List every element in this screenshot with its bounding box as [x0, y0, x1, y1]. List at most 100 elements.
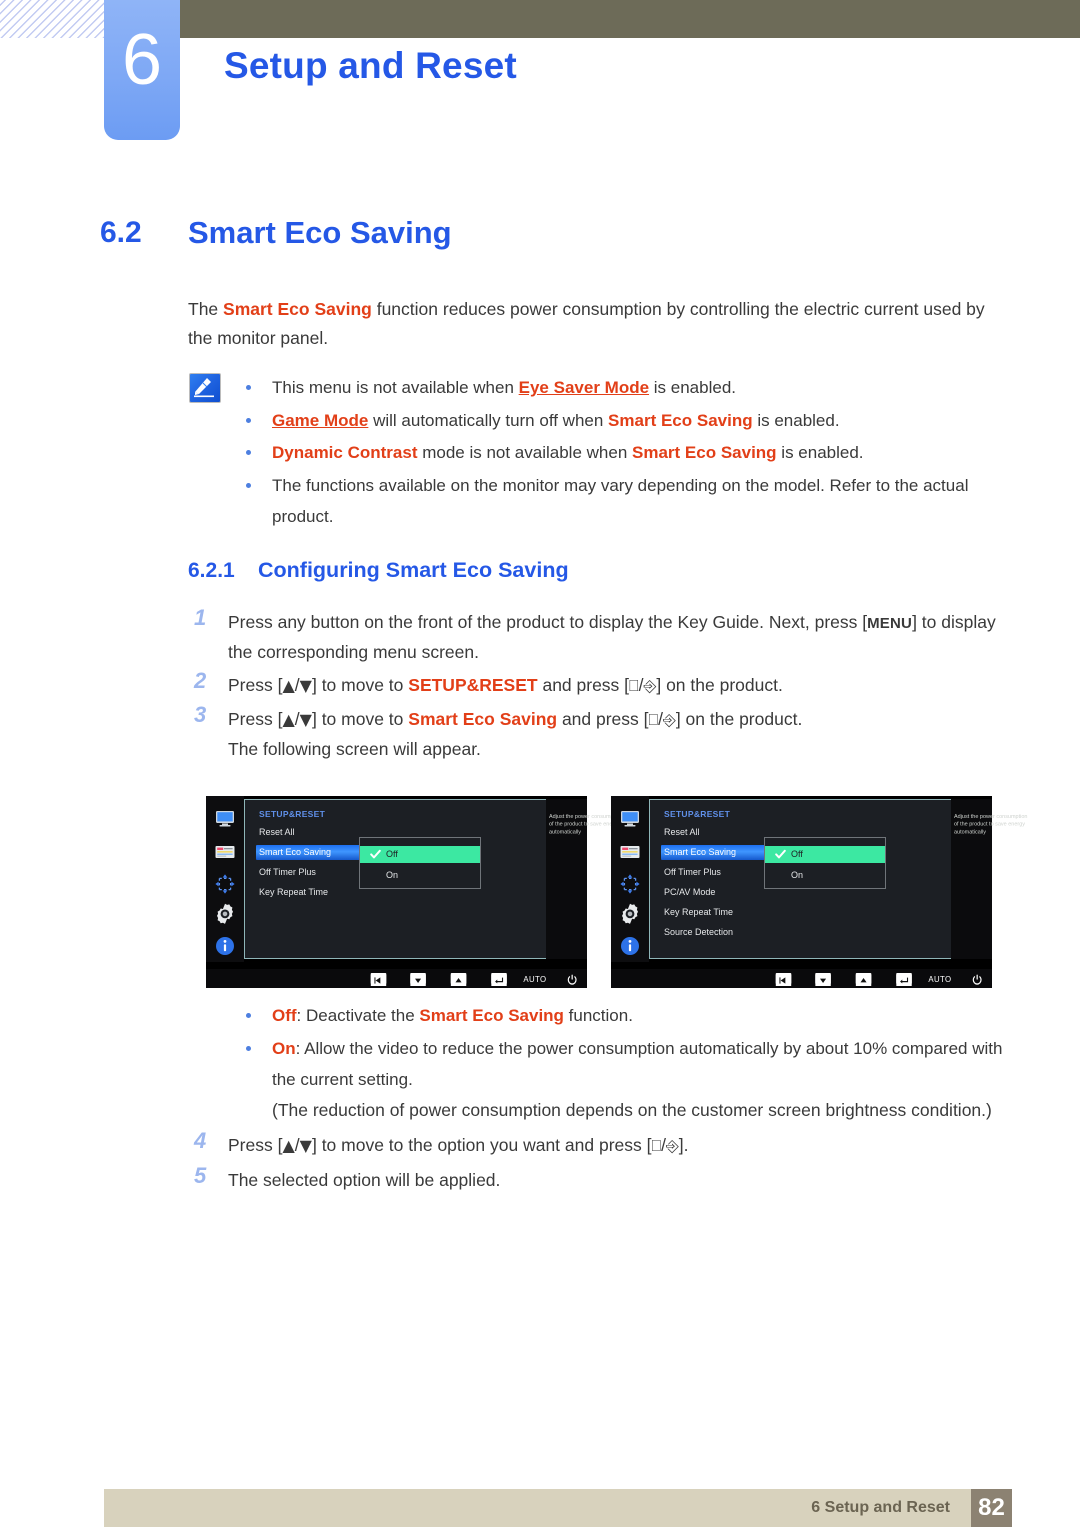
intro-paragraph: The Smart Eco Saving function reduces po… — [188, 295, 1000, 353]
osd-menu-item[interactable]: Key Repeat Time — [664, 905, 733, 920]
reduction-note: (The reduction of power consumption depe… — [272, 1100, 992, 1120]
picture-settings-icon[interactable] — [618, 840, 642, 864]
subsection-title: Configuring Smart Eco Saving — [258, 558, 569, 582]
screen-adjust-icon[interactable] — [618, 872, 642, 896]
section-title: Smart Eco Saving — [188, 215, 452, 250]
osd-screenshot-right: SETUP&RESET Reset All Smart Eco Saving Off … — [611, 796, 1027, 988]
note-bullet-list: This menu is not available when Eye Save… — [240, 372, 1000, 534]
keyword: Smart Eco Saving — [608, 410, 753, 430]
osd-menu-item-selected[interactable]: Smart Eco Saving — [256, 845, 369, 860]
osd-menu-title: SETUP&RESET — [259, 809, 326, 819]
osd-description-panel: Adjust the power consumption of the prod… — [951, 799, 1027, 959]
header-olive-bar — [180, 0, 1080, 38]
osd-menu-item-selected[interactable]: Smart Eco Saving — [661, 845, 774, 860]
step-text: The selected option will be applied. — [228, 1170, 501, 1190]
text-run: is enabled. — [776, 443, 864, 462]
text-run: This menu is not available when — [272, 378, 519, 397]
option-bullet-list: Off: Deactivate the Smart Eco Saving fun… — [240, 1000, 1010, 1097]
text-run: function. — [563, 1006, 633, 1025]
intro-text-1: The — [188, 299, 224, 319]
text-run: mode is not available when — [417, 443, 633, 462]
step-number: 3 — [194, 702, 207, 727]
keyword: Dynamic Contrast — [272, 443, 418, 462]
text-run: is enabled. — [752, 410, 840, 430]
step-text: Press any button on the front of the pro… — [228, 612, 996, 662]
osd-menu-item[interactable]: Key Repeat Time — [259, 885, 328, 900]
subsection-number: 6.2.1 — [188, 559, 235, 582]
enter-button[interactable] — [896, 973, 912, 986]
keyword: Off — [272, 1006, 297, 1025]
osd-menu-item[interactable]: Off Timer Plus — [259, 865, 316, 880]
osd-screenshot-left: SETUP&RESET Reset All Smart Eco Saving Off … — [206, 796, 622, 988]
step-text: Press [▲/▼] to move to SETUP&RESET and p… — [228, 675, 783, 695]
osd-button-bar: AUTO — [611, 969, 992, 988]
enter-button[interactable] — [491, 973, 507, 986]
intro-keyword: Smart Eco Saving — [223, 299, 372, 319]
up-arrow-button[interactable] — [855, 973, 872, 986]
keyword: Smart Eco Saving — [632, 443, 777, 462]
osd-auto-label[interactable]: AUTO — [523, 974, 546, 984]
osd-description-text: Adjust the power consumption of the prod… — [954, 813, 1028, 836]
picture-settings-icon[interactable] — [213, 840, 237, 864]
diagonal-hatch-pattern-icon — [0, 0, 104, 38]
osd-menu-item[interactable]: Reset All — [664, 825, 700, 840]
list-item: Dynamic Contrast mode is not available w… — [240, 437, 1000, 469]
screen-adjust-icon[interactable] — [213, 872, 237, 896]
chapter-number-badge: 6 — [104, 0, 180, 140]
step-number: 4 — [194, 1128, 207, 1153]
check-icon — [775, 849, 786, 860]
osd-option-off[interactable]: Off — [360, 846, 480, 863]
down-arrow-button[interactable] — [815, 973, 831, 986]
monitor-icon[interactable] — [618, 806, 642, 830]
osd-button-bar: AUTO — [206, 969, 587, 988]
note-pen-icon — [189, 373, 221, 403]
text-run: The functions available on the monitor m… — [272, 475, 969, 527]
gear-icon[interactable] — [213, 902, 237, 926]
osd-option-popup: Off On — [359, 837, 481, 889]
osd-menu-item[interactable]: PC/AV Mode — [664, 885, 715, 900]
left-arrow-button[interactable] — [370, 973, 387, 986]
down-arrow-button[interactable] — [410, 973, 426, 986]
info-icon[interactable] — [618, 934, 642, 958]
step-number: 1 — [194, 605, 207, 630]
osd-menu-item[interactable]: Off Timer Plus — [664, 865, 721, 880]
monitor-icon[interactable] — [213, 806, 237, 830]
list-item: Game Mode will automatically turn off wh… — [240, 405, 1000, 437]
osd-option-off[interactable]: Off — [765, 846, 885, 863]
power-icon[interactable] — [972, 973, 983, 991]
list-item: On: Allow the video to reduce the power … — [240, 1033, 1010, 1096]
text-run: will automatically turn off when — [368, 410, 609, 430]
osd-description-panel: Adjust the power consumption of the prod… — [546, 799, 622, 959]
osd-icon-rail — [206, 796, 244, 962]
osd-option-popup: Off On — [764, 837, 886, 889]
left-arrow-button[interactable] — [775, 973, 792, 986]
section-number: 6.2 — [100, 216, 142, 249]
osd-option-on[interactable]: On — [360, 867, 480, 884]
list-item: The functions available on the monitor m… — [240, 470, 1000, 533]
osd-menu-title: SETUP&RESET — [664, 809, 731, 819]
text-run: : Allow the video to reduce the power co… — [272, 1038, 1003, 1090]
osd-auto-label[interactable]: AUTO — [928, 974, 951, 984]
up-arrow-button[interactable] — [450, 973, 467, 986]
osd-menu-item[interactable]: Reset All — [259, 825, 295, 840]
step-number: 5 — [194, 1163, 207, 1188]
text-run: is enabled. — [649, 378, 736, 397]
list-item: This menu is not available when Eye Save… — [240, 372, 1000, 404]
footer-label: 6 Setup and Reset — [811, 1499, 950, 1516]
osd-option-on[interactable]: On — [765, 867, 885, 884]
gear-icon[interactable] — [618, 902, 642, 926]
step-number: 2 — [194, 668, 207, 693]
after-step3-note: The following screen will appear. — [228, 739, 481, 759]
osd-menu-item[interactable]: Source Detection — [664, 925, 733, 940]
list-item: Off: Deactivate the Smart Eco Saving fun… — [240, 1000, 1010, 1032]
step-text: Press [▲/▼] to move to Smart Eco Saving … — [228, 709, 803, 729]
info-icon[interactable] — [213, 934, 237, 958]
keyword: On — [272, 1038, 296, 1058]
osd-icon-rail — [611, 796, 649, 962]
keyword-link[interactable]: Game Mode — [272, 411, 368, 430]
power-icon[interactable] — [567, 973, 578, 991]
keyword-link[interactable]: Eye Saver Mode — [519, 378, 649, 397]
page-number: 82 — [971, 1489, 1012, 1527]
text-run: : Deactivate the — [296, 1006, 420, 1025]
step-text: Press [▲/▼] to move to the option you wa… — [228, 1135, 689, 1155]
